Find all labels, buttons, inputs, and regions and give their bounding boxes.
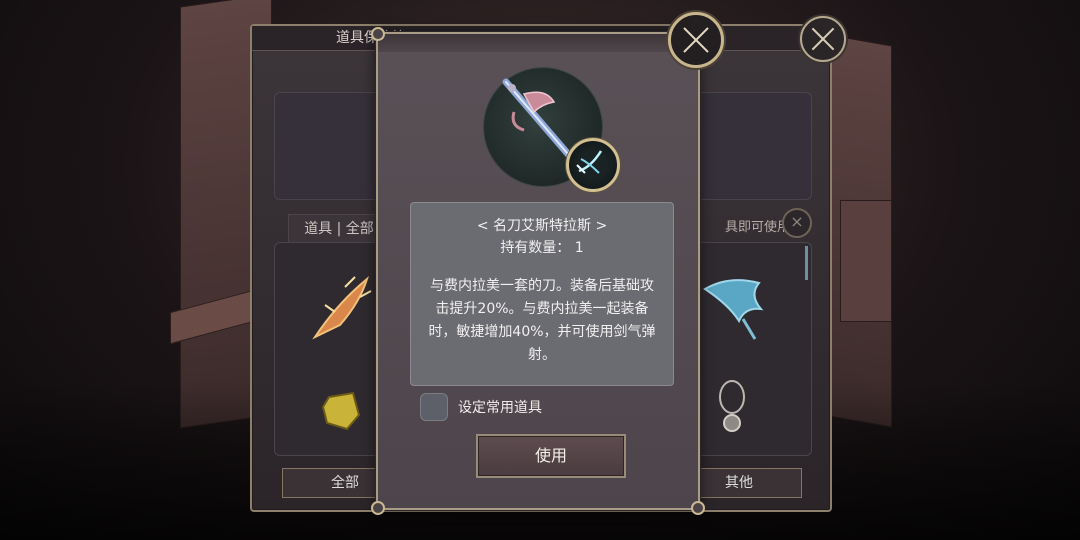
item-description: 与费内拉美一套的刀。装备后基础攻击提升20%。与费内拉美一起装备时，敏捷增加40… (428, 278, 656, 363)
flame-blade-item-icon[interactable] (305, 267, 385, 347)
storage-hint-text: 具即可使用 (724, 220, 790, 235)
hint-close-icon[interactable]: × (782, 208, 812, 238)
close-x-icon[interactable] (668, 12, 724, 68)
sword-slash-icon (566, 138, 620, 192)
item-detail-popup: < 名刀艾斯特拉斯 > 持有数量： 1 与费内拉美一套的刀。装备后基础攻击提升2… (371, 27, 705, 515)
favorite-label: 设定常用道具 (458, 400, 542, 416)
gold-ore-item-icon[interactable] (319, 389, 363, 433)
frame-corner (371, 501, 385, 515)
item-description-box: < 名刀艾斯特拉斯 > 持有数量： 1 与费内拉美一套的刀。装备后基础攻击提升2… (410, 202, 674, 386)
frame-corner (691, 501, 705, 515)
favorite-checkbox[interactable] (420, 393, 448, 421)
frame-corner (371, 27, 385, 41)
bookshelf (840, 200, 892, 322)
storage-tab-label[interactable]: 道具 | 全部 (288, 214, 390, 244)
use-item-button[interactable]: 使用 (476, 434, 626, 478)
storage-close-icon[interactable] (800, 16, 846, 62)
amulet-item-icon[interactable] (715, 379, 749, 437)
storage-scrollbar[interactable] (805, 246, 808, 280)
item-name: < 名刀艾斯特拉斯 > (476, 218, 608, 234)
favorite-item-row[interactable]: 设定常用道具 (420, 392, 542, 422)
item-quantity: 持有数量： 1 (500, 240, 584, 256)
ice-wing-item-icon[interactable] (699, 269, 779, 349)
